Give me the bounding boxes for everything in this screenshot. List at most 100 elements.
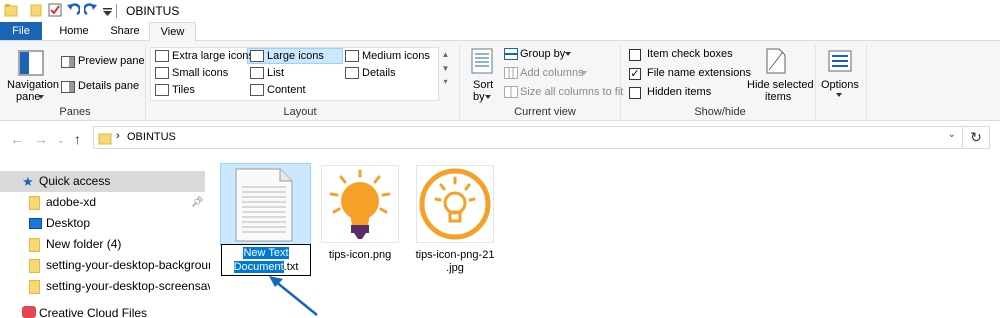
layout-medium-icons[interactable]: Medium icons	[362, 50, 430, 62]
group-by-button[interactable]: Group by	[520, 48, 565, 60]
sidebar-item-creative-cloud[interactable]: Creative Cloud Files	[0, 303, 205, 318]
refresh-icon[interactable]: ↻	[963, 126, 990, 149]
sort-by-icon[interactable]	[471, 48, 493, 74]
lightbulb-image[interactable]	[321, 165, 399, 243]
hidden-items-label[interactable]: Hidden items	[647, 86, 711, 98]
sidebar-item-label: New folder (4)	[46, 237, 122, 251]
pin-icon[interactable]: 📌︎	[191, 192, 204, 213]
title-bar: OBINTUS	[0, 0, 1000, 22]
file-name-line-1: tips-icon-png-21	[415, 249, 495, 261]
item-check-boxes-label[interactable]: Item check boxes	[647, 48, 733, 60]
hide-selected-label[interactable]: Hide selected	[747, 79, 814, 91]
forward-arrow-icon[interactable]: →	[34, 131, 48, 147]
file-name-extensions-label[interactable]: File name extensions	[647, 67, 751, 79]
file-name-tips-icon-png[interactable]: tips-icon.png	[319, 249, 401, 262]
sidebar-item-label: setting-your-desktop-background	[46, 258, 222, 272]
hide-selected-items-icon[interactable]	[766, 48, 786, 74]
hide-selected-label-2[interactable]: items	[765, 91, 791, 103]
group-separator	[866, 45, 867, 119]
tab-view[interactable]: View	[149, 22, 196, 42]
navigation-pane-label[interactable]: Navigation	[7, 79, 59, 91]
folder-icon	[29, 259, 40, 273]
lightbulb-circle-image[interactable]	[416, 165, 494, 243]
rename-textbox[interactable]: New Text Document.txt	[221, 244, 311, 276]
chevron-up-icon[interactable]: ▲	[439, 50, 452, 59]
sidebar-item-desktop[interactable]: Desktop	[0, 213, 205, 234]
sidebar-item-setting-screensaver[interactable]: setting-your-desktop-screensaver	[0, 276, 224, 297]
chevron-down-icon	[565, 52, 571, 56]
content-icon	[250, 84, 264, 96]
chevron-down-icon	[485, 95, 491, 99]
item-check-boxes-checkbox[interactable]	[629, 49, 641, 61]
layout-tiles[interactable]: Tiles	[172, 84, 195, 96]
hidden-items-checkbox[interactable]	[629, 87, 641, 99]
options-button[interactable]: Options	[821, 79, 859, 91]
layout-extra-large-icons[interactable]: Extra large icons	[172, 50, 254, 62]
add-columns-icon	[504, 67, 518, 79]
tab-file[interactable]: File	[0, 22, 42, 41]
cloud-icon	[22, 306, 36, 318]
undo-icon[interactable]	[66, 3, 80, 17]
ribbon-tabs: File Home Share View	[0, 22, 1000, 42]
rename-selected-text: New Text Document	[233, 247, 289, 273]
redo-icon[interactable]	[84, 3, 98, 17]
sort-by-label[interactable]: Sort	[473, 79, 493, 91]
properties-icon[interactable]	[48, 3, 62, 17]
sidebar-item-quick-access[interactable]: ★ Quick access	[0, 171, 205, 192]
rename-extension-text: .txt	[283, 261, 299, 273]
layout-list[interactable]: List	[267, 67, 284, 79]
large-icons-icon	[250, 50, 264, 62]
medium-icons-icon	[345, 50, 359, 62]
layout-small-icons[interactable]: Small icons	[172, 67, 228, 79]
chevron-down-icon	[836, 93, 842, 97]
show-hide-group-label: Show/hide	[694, 106, 746, 118]
sidebar-item-new-folder-4[interactable]: New folder (4)	[0, 234, 205, 255]
window-title: OBINTUS	[126, 4, 180, 18]
sidebar-item-adobe-xd[interactable]: adobe-xd 📌︎	[0, 192, 205, 213]
address-dropdown-icon[interactable]: ⌄	[948, 129, 956, 140]
file-name-tips-icon-jpg[interactable]: tips-icon-png-21 .jpg	[410, 249, 500, 275]
group-separator	[815, 45, 816, 119]
folder-icon	[98, 133, 112, 145]
annotation-arrow-icon	[269, 276, 318, 316]
file-name-line-2: .jpg	[446, 262, 464, 274]
recent-locations-chevron-icon[interactable]: ⌄	[57, 135, 65, 146]
navigation-pane-icon[interactable]	[18, 50, 44, 76]
group-separator	[459, 45, 460, 119]
sort-by-label-2[interactable]: by	[473, 91, 485, 103]
ribbon: Navigation pane Preview pane Details pan…	[0, 40, 1000, 121]
preview-pane-button[interactable]: Preview pane	[78, 55, 145, 67]
details-icon	[345, 67, 359, 79]
layout-details[interactable]: Details	[362, 67, 396, 79]
tab-share[interactable]: Share	[104, 22, 146, 41]
sidebar-item-label: Quick access	[39, 174, 111, 188]
new-folder-icon[interactable]	[30, 3, 42, 17]
text-document-icon	[235, 168, 293, 242]
chevron-down-icon	[38, 95, 44, 99]
add-columns-button[interactable]: Add columns	[520, 67, 584, 79]
breadcrumb-chevron-icon[interactable]: ›	[116, 130, 120, 142]
up-arrow-icon[interactable]: ↑	[74, 131, 81, 147]
folder-icon	[29, 238, 40, 252]
details-pane-button[interactable]: Details pane	[78, 80, 139, 92]
customize-toolbar-icon[interactable]	[103, 8, 112, 16]
extra-large-icons-icon	[155, 50, 169, 62]
options-icon[interactable]	[828, 50, 852, 72]
sidebar-item-setting-background[interactable]: setting-your-desktop-background	[0, 255, 221, 276]
chevron-down-icon[interactable]: ▼	[439, 64, 452, 73]
file-name-extensions-checkbox[interactable]: ✓	[629, 68, 641, 80]
back-arrow-icon[interactable]: ←	[10, 131, 24, 147]
layout-content[interactable]: Content	[267, 84, 306, 96]
layout-gallery-scrollbar[interactable]: ▲ ▼ ▾	[438, 47, 452, 101]
sidebar-item-label: adobe-xd	[46, 195, 97, 209]
folder-icon	[29, 196, 40, 210]
layout-large-icons[interactable]: Large icons	[267, 50, 324, 62]
breadcrumb-obintus[interactable]: OBINTUS	[127, 131, 176, 143]
size-all-columns-button[interactable]: Size all columns to fit	[520, 86, 623, 98]
address-bar[interactable]: › OBINTUS ⌄	[93, 126, 963, 149]
navigation-pane-label-2[interactable]: pane	[16, 91, 40, 103]
more-icon[interactable]: ▾	[439, 77, 452, 86]
layout-group-label: Layout	[283, 106, 317, 118]
sidebar-item-label: Desktop	[46, 216, 91, 230]
tab-home[interactable]: Home	[52, 22, 96, 41]
